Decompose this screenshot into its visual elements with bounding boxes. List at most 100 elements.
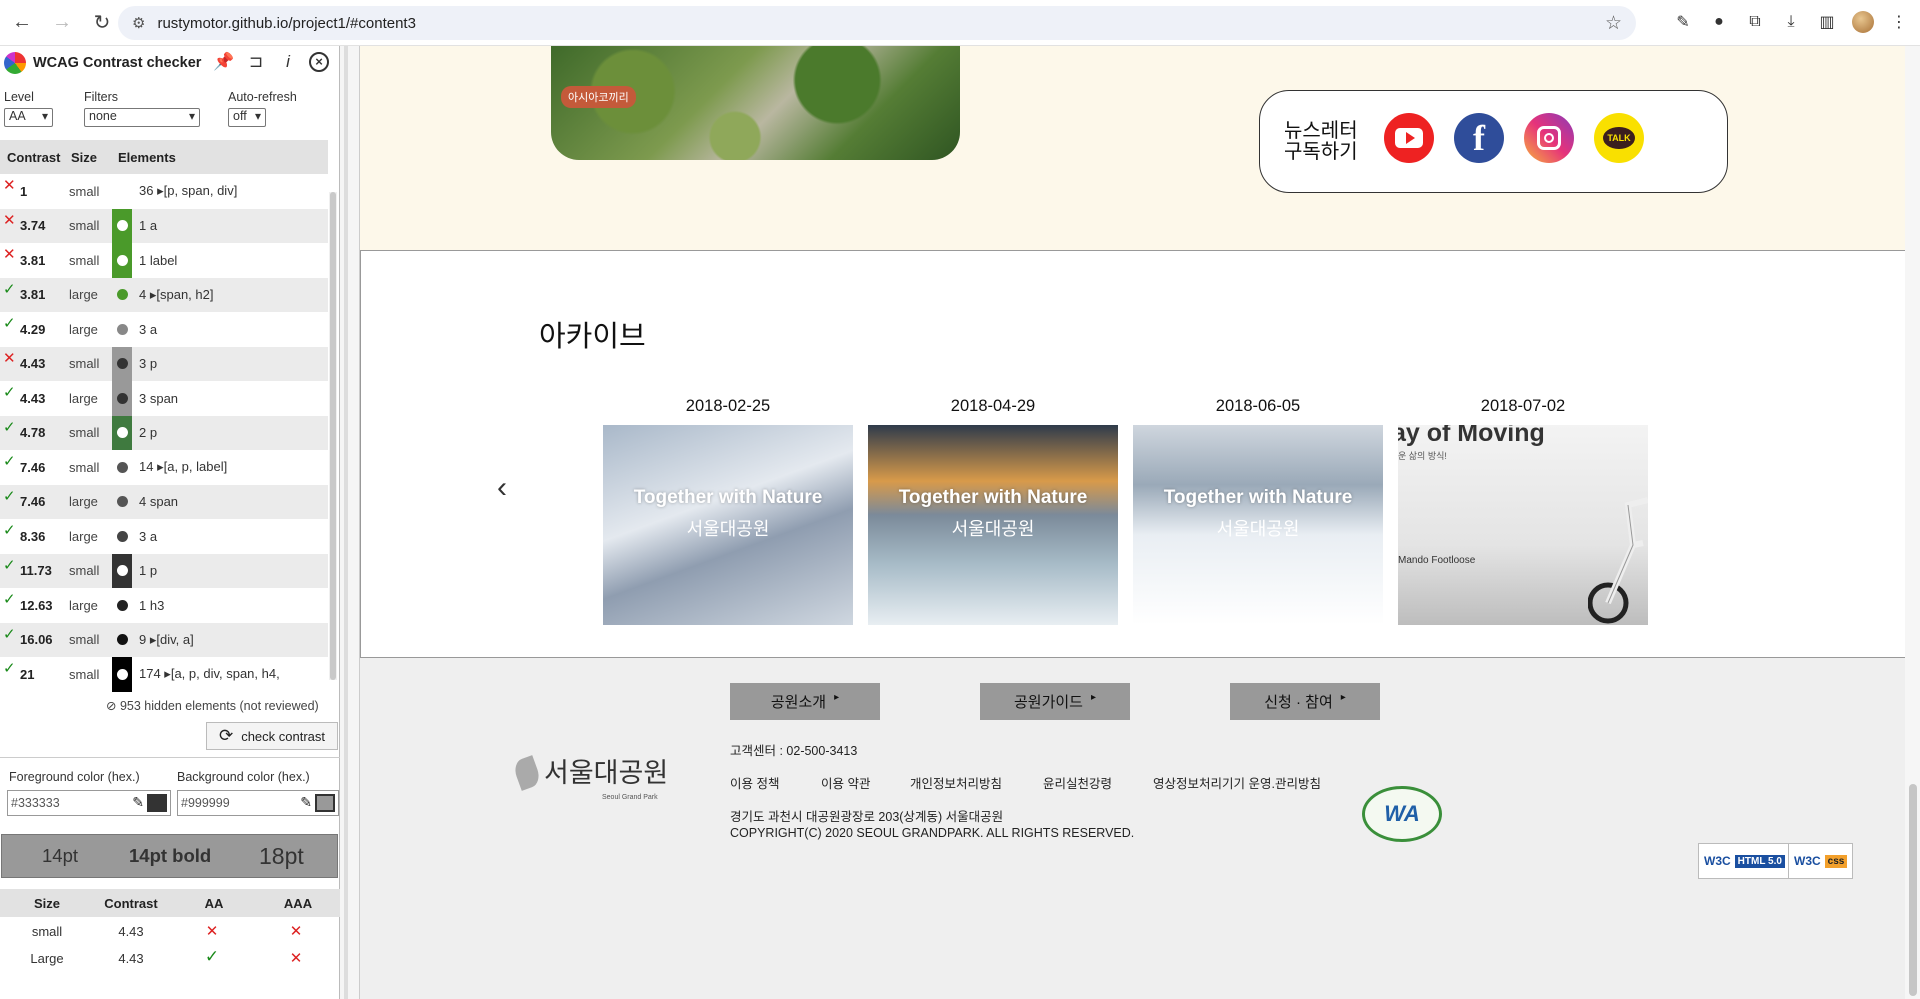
extensions-puzzle-icon[interactable]: ⧉ <box>1744 8 1766 36</box>
page-scrollbar[interactable] <box>1905 46 1920 999</box>
level-select[interactable]: AA <box>4 108 53 127</box>
footer-link[interactable]: 윤리실천강령 <box>1043 773 1112 792</box>
profile-avatar[interactable] <box>1852 11 1874 33</box>
contrast-row[interactable]: ✓ 8.36 large 3 a <box>0 519 328 554</box>
hero-image[interactable]: 아시아코끼리 <box>551 46 960 160</box>
archive-card[interactable]: 2018-06-05 Together with Nature 서울대공원 <box>1133 397 1383 625</box>
bg-swatch[interactable] <box>315 794 335 812</box>
panel-splitter[interactable] <box>340 46 360 999</box>
close-icon[interactable]: × <box>309 52 329 72</box>
side-panel-icon[interactable]: ▥ <box>1816 8 1838 36</box>
check-contrast-button[interactable]: ⟳ check contrast <box>206 722 338 750</box>
web-accessibility-badge[interactable]: WA <box>1362 786 1442 842</box>
row-elements[interactable]: 1 h3 <box>139 598 164 613</box>
footer-link[interactable]: 영상정보처리기기 운영.관리방침 <box>1153 773 1321 792</box>
contrast-row[interactable]: ✓ 7.46 small 14 ▸[a, p, label] <box>0 450 328 485</box>
row-elements[interactable]: 3 p <box>139 356 157 371</box>
dock-icon[interactable]: ⊐ <box>245 52 267 72</box>
w3c-text: W3C <box>1794 854 1821 868</box>
fg-eyedropper-icon[interactable]: ✎ <box>132 794 144 811</box>
footer-link[interactable]: 개인정보처리방침 <box>910 773 1002 792</box>
row-elements[interactable]: 14 ▸[a, p, label] <box>139 459 227 475</box>
autorefresh-control: Auto-refresh off <box>228 90 297 127</box>
download-icon[interactable]: ⤓ <box>1780 8 1802 36</box>
card-thumbnail[interactable]: Together with Nature 서울대공원 <box>868 425 1118 625</box>
archive-card[interactable]: 2018-04-29 Together with Nature 서울대공원 <box>868 397 1118 625</box>
archive-title: 아카이브 <box>539 321 646 353</box>
check-button-label: check contrast <box>241 728 326 744</box>
instagram-icon[interactable] <box>1524 113 1574 163</box>
web-page: 아시아코끼리 뉴스레터 구독하기 f TALK 아카이브 ‹ › 2018-02… <box>360 46 1905 999</box>
row-contrast: 4.43 <box>20 390 46 406</box>
row-elements[interactable]: 1 label <box>139 253 177 268</box>
row-elements[interactable]: 4 span <box>139 494 178 509</box>
reload-icon[interactable]: ↻ <box>84 5 120 41</box>
archive-card[interactable]: 2018-07-02 ay of Moving 운 삶의 방식! Mando F… <box>1398 397 1648 625</box>
row-elements[interactable]: 3 span <box>139 391 178 406</box>
row-elements[interactable]: 3 a <box>139 322 157 337</box>
results-table-header: Contrast Size Elements <box>0 140 328 174</box>
footer-logo[interactable]: 서울대공원 Seoul Grand Park <box>511 755 668 801</box>
w3c-css-badge[interactable]: W3C css <box>1788 843 1854 879</box>
contrast-row[interactable]: ✓ 3.81 large 4 ▸[span, h2] <box>0 277 328 312</box>
archive-card[interactable]: 2018-02-25 Together with Nature 서울대공원 <box>603 397 853 625</box>
footer-button-apply[interactable]: 신청 · 참여 <box>1230 683 1380 720</box>
filters-select[interactable]: none <box>84 108 200 127</box>
site-info-icon[interactable]: ⚙ <box>132 14 145 32</box>
youtube-icon[interactable] <box>1384 113 1434 163</box>
contrast-row[interactable]: ✓ 12.63 large 1 h3 <box>0 588 328 623</box>
info-icon[interactable]: i <box>277 52 299 72</box>
footer-link[interactable]: 이용 약관 <box>821 773 870 792</box>
row-elements[interactable]: 174 ▸[a, p, div, span, h4, <box>139 666 280 682</box>
results-scroll-thumb[interactable] <box>330 192 336 680</box>
contrast-row[interactable]: ✕ 1 small 36 ▸[p, span, div] <box>0 174 328 209</box>
row-elements[interactable]: 2 p <box>139 425 157 440</box>
contrast-row[interactable]: ✕ 3.81 small 1 label <box>0 243 328 278</box>
contrast-row[interactable]: ✓ 21 small 174 ▸[a, p, div, span, h4, <box>0 657 328 692</box>
pin-icon[interactable]: 📌 <box>213 52 235 72</box>
row-elements[interactable]: 4 ▸[span, h2] <box>139 287 213 303</box>
contrast-row[interactable]: ✕ 3.74 small 1 a <box>0 208 328 243</box>
contrast-row[interactable]: ✓ 7.46 large 4 span <box>0 484 328 519</box>
contrast-row[interactable]: ✓ 4.29 large 3 a <box>0 312 328 347</box>
contrast-row[interactable]: ✓ 11.73 small 1 p <box>0 553 328 588</box>
card-thumbnail[interactable]: Together with Nature 서울대공원 <box>1133 425 1383 625</box>
fg-color-input[interactable]: #333333 ✎ <box>7 790 171 816</box>
row-elements[interactable]: 3 a <box>139 529 157 544</box>
bg-eyedropper-icon[interactable]: ✎ <box>300 794 312 811</box>
address-bar[interactable]: ⚙ rustymotor.github.io/project1/#content… <box>118 6 1636 40</box>
autorefresh-select[interactable]: off <box>228 108 266 127</box>
contrast-row[interactable]: ✕ 4.43 small 3 p <box>0 346 328 381</box>
w3c-html-badge[interactable]: W3C HTML 5.0 <box>1698 843 1791 879</box>
fg-swatch[interactable] <box>147 794 167 812</box>
results-scrollbar[interactable] <box>329 192 337 680</box>
back-icon[interactable]: ← <box>4 5 40 41</box>
prev-arrow-icon[interactable]: ‹ <box>497 471 507 505</box>
row-contrast: 8.36 <box>20 528 46 544</box>
color-extension-icon[interactable]: ● <box>1708 8 1730 36</box>
bg-color-input[interactable]: #999999 ✎ <box>177 790 339 816</box>
contrast-row[interactable]: ✓ 16.06 small 9 ▸[div, a] <box>0 622 328 657</box>
card-thumbnail[interactable]: ay of Moving 운 삶의 방식! Mando Footloose <box>1398 425 1648 625</box>
check-icon: ✓ <box>3 556 16 574</box>
row-elements[interactable]: 9 ▸[div, a] <box>139 632 194 648</box>
page-scroll-thumb[interactable] <box>1909 784 1917 996</box>
contrast-row[interactable]: ✓ 4.43 large 3 span <box>0 381 328 416</box>
menu-kebab-icon[interactable]: ⋮ <box>1888 8 1910 36</box>
card-thumbnail[interactable]: Together with Nature 서울대공원 <box>603 425 853 625</box>
row-elements[interactable]: 1 p <box>139 563 157 578</box>
forward-icon[interactable]: → <box>44 5 80 41</box>
footer-button-park-guide[interactable]: 공원가이드 <box>980 683 1130 720</box>
bookmark-star-icon[interactable]: ☆ <box>1605 12 1622 35</box>
footer-button-park-intro[interactable]: 공원소개 <box>730 683 880 720</box>
footer-link[interactable]: 이용 정책 <box>730 773 779 792</box>
row-elements[interactable]: 36 ▸[p, span, div] <box>139 183 237 199</box>
url-text[interactable]: rustymotor.github.io/project1/#content3 <box>157 15 416 32</box>
eyedropper-extension-icon[interactable]: ✎ <box>1672 8 1694 36</box>
facebook-icon[interactable]: f <box>1454 113 1504 163</box>
row-size: small <box>69 425 100 441</box>
kakaotalk-icon[interactable]: TALK <box>1594 113 1644 163</box>
card-caption-en: Together with Nature <box>898 487 1088 508</box>
contrast-row[interactable]: ✓ 4.78 small 2 p <box>0 415 328 450</box>
row-elements[interactable]: 1 a <box>139 218 157 233</box>
